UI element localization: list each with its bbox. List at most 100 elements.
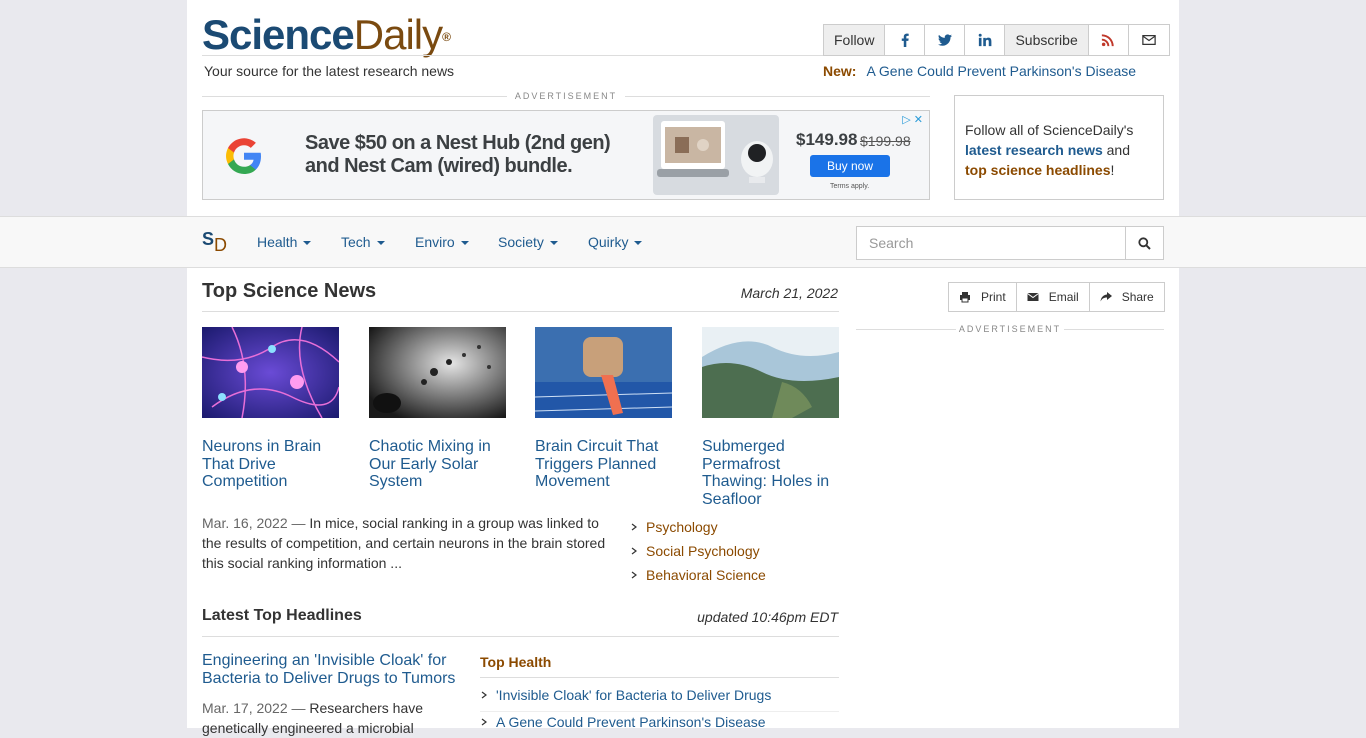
chevron-right-icon xyxy=(481,718,487,726)
section-divider xyxy=(480,677,839,678)
share-label: Share xyxy=(1121,290,1154,304)
lead-headline-link[interactable]: Engineering an 'Invisible Cloak' for Bac… xyxy=(202,652,464,688)
logo-science-text: Science xyxy=(202,11,355,58)
health-headline-item[interactable]: 'Invisible Cloak' for Bacteria to Delive… xyxy=(480,687,771,703)
followbox-text: Follow all of ScienceDaily's xyxy=(965,122,1134,138)
caret-down-icon xyxy=(634,241,643,246)
twitter-icon[interactable] xyxy=(925,25,966,55)
sciencedaily-logo[interactable]: ScienceDaily® xyxy=(202,11,451,58)
topic-item[interactable]: Social Psychology xyxy=(630,539,766,563)
right-ad-label: ADVERTISEMENT xyxy=(856,324,1164,334)
nav-item-society[interactable]: Society xyxy=(498,234,558,250)
sd-logo[interactable]: SD xyxy=(202,229,227,255)
nav-item-quirky[interactable]: Quirky xyxy=(588,234,643,250)
print-label: Print xyxy=(981,290,1006,304)
chevron-right-icon xyxy=(631,547,637,555)
topic-item[interactable]: Behavioral Science xyxy=(630,563,766,587)
envelope-icon xyxy=(1026,293,1039,301)
main-navbar: SD Health Tech Enviro Society Quirky xyxy=(0,216,1366,268)
share-button[interactable]: Share xyxy=(1090,283,1164,311)
ad-product-image xyxy=(653,115,779,195)
ad-price: $149.98 xyxy=(796,130,858,149)
ad-headline-line1: Save $50 on a Nest Hub (2nd gen) xyxy=(305,132,611,154)
new-headline-bar: New: A Gene Could Prevent Parkinson's Dis… xyxy=(823,63,1136,79)
tile-caption-link[interactable]: Neurons in Brain That Drive Competition xyxy=(202,438,339,491)
list-divider xyxy=(480,711,839,712)
chevron-right-icon xyxy=(631,571,637,579)
email-button[interactable]: Email xyxy=(1017,283,1090,311)
logo-registered-mark: ® xyxy=(442,30,451,44)
search-icon xyxy=(1138,236,1151,250)
runner-image xyxy=(534,327,673,418)
logo-daily-text: Daily xyxy=(353,11,443,58)
linkedin-icon[interactable] xyxy=(965,25,1006,55)
rss-icon[interactable] xyxy=(1089,25,1129,55)
nav-item-tech[interactable]: Tech xyxy=(341,234,385,250)
follow-button[interactable]: Follow xyxy=(824,25,886,55)
email-icon[interactable] xyxy=(1129,25,1169,55)
summary-date: Mar. 16, 2022 xyxy=(202,515,288,531)
lead-date: Mar. 17, 2022 xyxy=(202,700,288,716)
news-tile[interactable]: Neurons in Brain That Drive Competition xyxy=(201,326,340,491)
followbox-end: ! xyxy=(1110,162,1115,178)
tile-caption-link[interactable]: Brain Circuit That Triggers Planned Move… xyxy=(535,438,672,491)
followbox-and: and xyxy=(1102,142,1130,158)
summary-dash: — xyxy=(287,515,310,531)
nav-label: Enviro xyxy=(415,234,455,250)
latest-top-headlines-title: Latest Top Headlines xyxy=(202,607,362,624)
lead-headline-summary: Mar. 17, 2022 — Researchers have genetic… xyxy=(202,698,464,738)
nav-label: Tech xyxy=(341,234,371,250)
news-tile[interactable]: Brain Circuit That Triggers Planned Move… xyxy=(534,327,673,491)
nav-label: Quirky xyxy=(588,234,629,250)
page-container: ScienceDaily® Your source for the latest… xyxy=(187,0,1179,736)
new-headline-link[interactable]: A Gene Could Prevent Parkinson's Disease xyxy=(866,63,1136,79)
tile-caption-link[interactable]: Submerged Permafrost Thawing: Holes in S… xyxy=(702,438,839,508)
print-button[interactable]: Print xyxy=(949,283,1017,311)
caret-down-icon xyxy=(549,241,558,246)
subscribe-button[interactable]: Subscribe xyxy=(1005,25,1089,55)
lead-story-summary: Mar. 16, 2022 — In mice, social ranking … xyxy=(202,513,612,573)
top-news-date: March 21, 2022 xyxy=(740,285,838,301)
tile-caption-link[interactable]: Chaotic Mixing in Our Early Solar System xyxy=(369,438,506,491)
facebook-icon[interactable] xyxy=(885,25,926,55)
sd-logo-d: D xyxy=(214,235,228,255)
topic-item[interactable]: Psychology xyxy=(630,515,766,539)
search-button[interactable] xyxy=(1125,226,1164,260)
section-divider xyxy=(202,636,839,637)
topic-label: Behavioral Science xyxy=(646,567,766,583)
tagline: Your source for the latest research news xyxy=(204,63,455,79)
nav-item-health[interactable]: Health xyxy=(257,234,312,250)
banner-ad[interactable]: Save $50 on a Nest Hub (2nd gen) and Nes… xyxy=(202,110,930,200)
share-icon xyxy=(1100,292,1112,302)
ad-buy-button[interactable]: Buy now xyxy=(810,155,890,177)
top-science-news-title: Top Science News xyxy=(202,280,377,302)
permafrost-map-image xyxy=(702,327,839,418)
topic-list: Psychology Social Psychology Behavioral … xyxy=(630,515,766,587)
asteroids-image xyxy=(369,327,506,418)
health-headline-link[interactable]: 'Invisible Cloak' for Bacteria to Delive… xyxy=(496,687,771,703)
top-science-headlines-link[interactable]: top science headlines xyxy=(965,162,1111,178)
latest-updated-time: updated 10:46pm EDT xyxy=(697,609,838,625)
news-tile[interactable]: Submerged Permafrost Thawing: Holes in S… xyxy=(702,327,839,508)
ad-old-price: $199.98 xyxy=(860,133,911,149)
latest-research-news-link[interactable]: latest research news xyxy=(965,142,1103,158)
ad-headline-line2: and Nest Cam (wired) bundle. xyxy=(305,155,573,177)
chevron-right-icon xyxy=(481,691,487,699)
article-actions: Print Email Share xyxy=(948,282,1165,312)
nav-item-enviro[interactable]: Enviro xyxy=(415,234,469,250)
caret-down-icon xyxy=(303,241,312,246)
search-input[interactable] xyxy=(856,226,1126,260)
news-tile[interactable]: Chaotic Mixing in Our Early Solar System xyxy=(369,327,506,491)
topic-label: Social Psychology xyxy=(646,543,760,559)
top-health-title: Top Health xyxy=(480,654,552,670)
adchoices-icon[interactable]: ▷ ✕ xyxy=(902,113,923,126)
ad-headline: Save $50 on a Nest Hub (2nd gen) and Nes… xyxy=(305,132,611,178)
social-bar: Follow Subscribe xyxy=(823,24,1170,56)
ad-label: ADVERTISEMENT xyxy=(202,91,930,101)
nav-label: Society xyxy=(498,234,544,250)
print-icon xyxy=(960,292,970,303)
caret-down-icon xyxy=(376,241,385,246)
section-divider xyxy=(202,311,839,312)
follow-box: Follow all of ScienceDaily's latest rese… xyxy=(954,95,1164,200)
chevron-right-icon xyxy=(631,523,637,531)
